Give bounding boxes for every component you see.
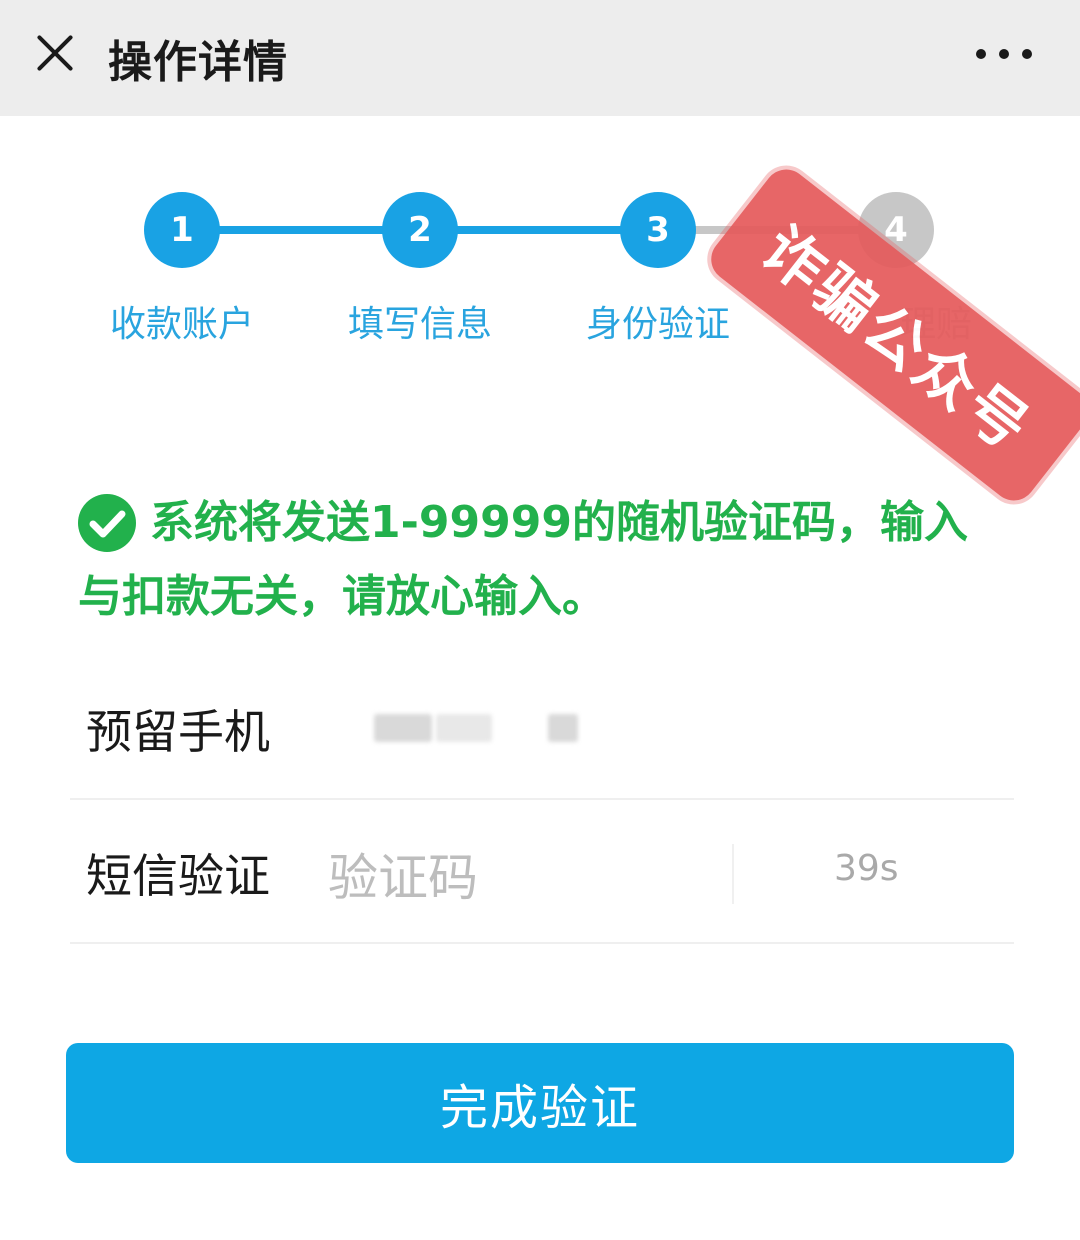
masked-phone-number (374, 714, 432, 742)
step-2-label: 填写信息 (347, 304, 492, 345)
sms-label: 短信验证 (86, 849, 270, 903)
check-circle-icon (78, 494, 136, 552)
step-3-label: 身份验证 (585, 304, 730, 345)
input-divider (732, 844, 734, 904)
close-icon[interactable] (28, 26, 82, 80)
more-options-icon[interactable] (976, 44, 1032, 64)
sms-code-input[interactable]: 验证码 (328, 838, 478, 910)
more-dot (999, 49, 1009, 59)
notice-text: 系统将发送1-99999的随机验证码，输入与扣款无关，请放心输入。 (78, 497, 968, 622)
masked-phone-number (548, 714, 578, 742)
resend-countdown[interactable]: 39s (834, 848, 899, 889)
phone-row: 预留手机 (70, 656, 1014, 800)
step-2-circle: 2 (382, 192, 458, 268)
step-1-circle: 1 (144, 192, 220, 268)
more-dot (1022, 49, 1032, 59)
verification-notice: 系统将发送1-99999的随机验证码，输入与扣款无关，请放心输入。 (78, 486, 978, 634)
title-bar: 操作详情 (0, 0, 1080, 116)
sms-row: 短信验证 验证码 39s (70, 800, 1014, 944)
masked-phone-number (436, 714, 492, 742)
step-1-label: 收款账户 (109, 304, 254, 345)
more-dot (976, 49, 986, 59)
page-title: 操作详情 (108, 37, 288, 88)
complete-verification-button[interactable]: 完成验证 (66, 1043, 1014, 1163)
step-3-circle: 3 (620, 192, 696, 268)
phone-label: 预留手机 (86, 705, 270, 759)
